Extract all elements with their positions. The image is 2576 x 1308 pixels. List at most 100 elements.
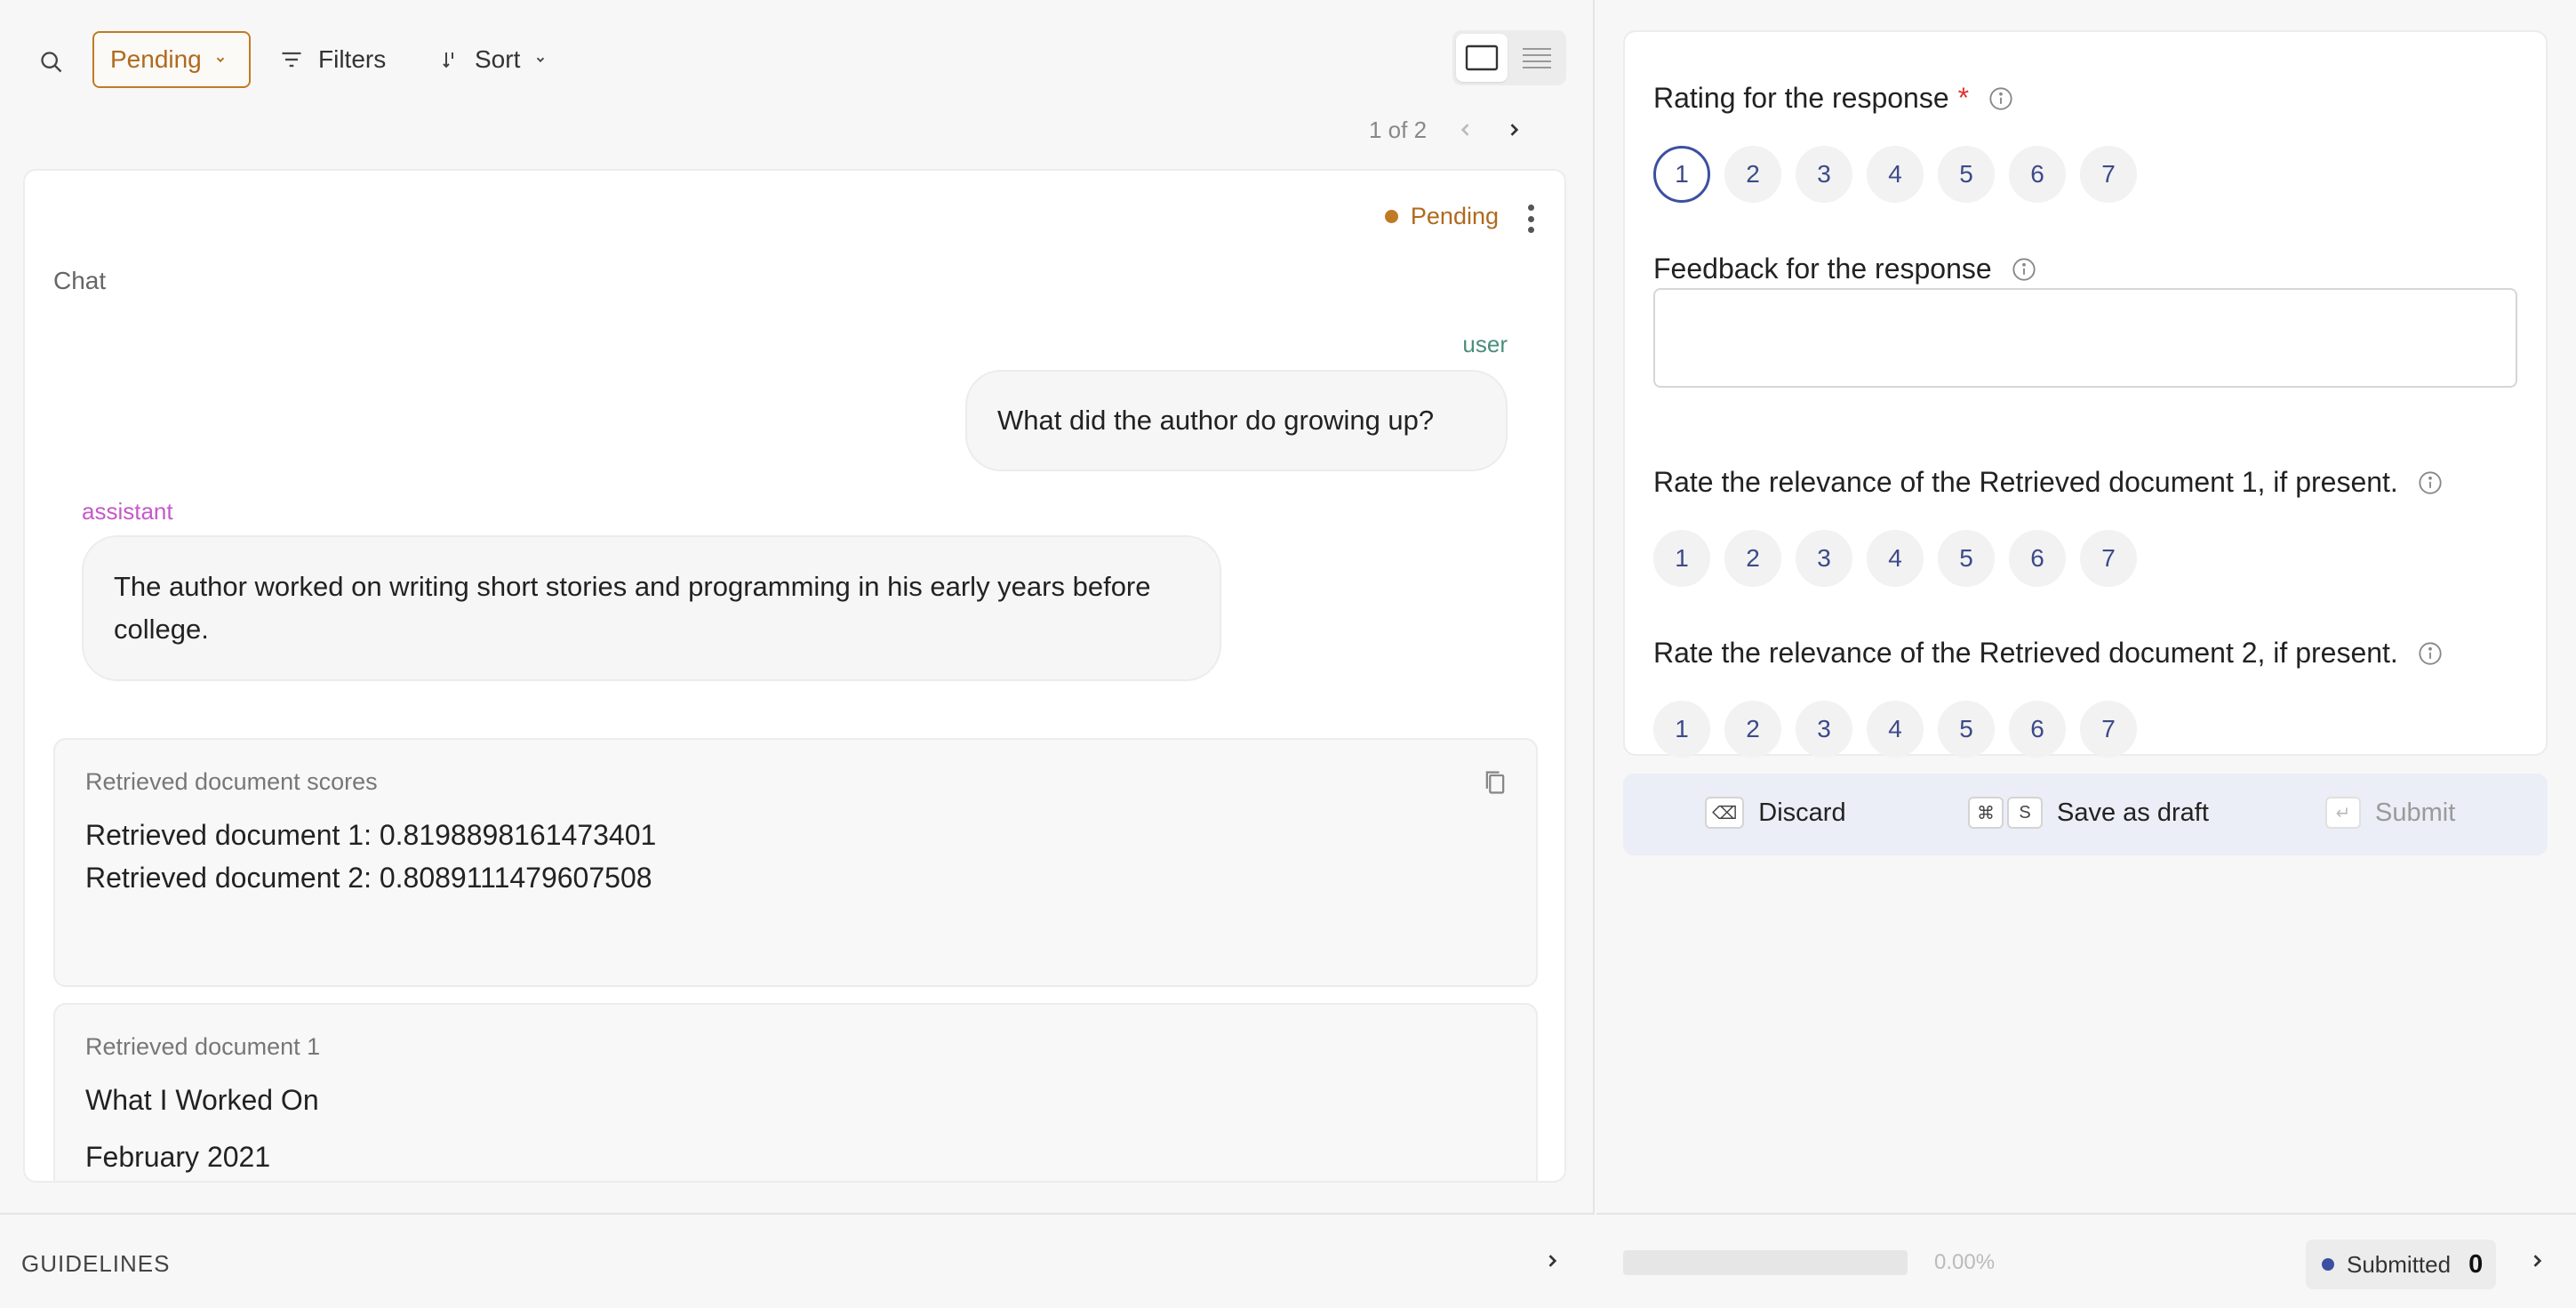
chevron-down-icon [537,57,545,63]
search-button[interactable] [36,46,68,78]
rating-option-2[interactable]: 2 [1724,146,1781,203]
record-status-badge: Pending [1384,203,1499,230]
rating-option-6[interactable]: 6 [2009,530,2066,587]
submitted-count: 0 [2468,1249,2484,1279]
search-icon [41,52,62,73]
rating-option-3[interactable]: 3 [1796,530,1852,587]
rating-option-4[interactable]: 4 [1867,146,1924,203]
copy-icon [1485,771,1505,794]
assistant-message-text: The author worked on writing short stori… [114,571,1151,645]
document-line: February 2021 [85,1141,271,1173]
rating-option-7[interactable]: 7 [2080,146,2137,203]
cmd-key: ⌘ [1968,797,2004,829]
list-view-icon [1523,48,1551,68]
rating-options-doc2: 1 2 3 4 5 6 7 [1653,701,2137,758]
document-line: What I Worked On [85,1084,319,1116]
score-line: Retrieved document 1: 0.8198898161473401 [85,819,657,851]
rating-option-4[interactable]: 4 [1867,530,1924,587]
more-options-icon[interactable] [1522,203,1540,235]
discard-label: Discard [1758,798,1846,827]
rating-option-5[interactable]: 5 [1938,701,1995,758]
rating-option-2[interactable]: 2 [1724,530,1781,587]
save-shortcut-keys: ⌘ S [1968,797,2043,829]
question-text: Rating for the response [1653,82,1949,114]
guidelines-bar[interactable]: GUIDELINES [0,1213,1595,1308]
chat-field-label: Chat [53,267,107,294]
rating-option-6[interactable]: 6 [2009,701,2066,758]
next-page-icon[interactable] [1505,120,1523,140]
status-filter-dropdown[interactable]: Pending [92,31,251,88]
rating-options-doc1: 1 2 3 4 5 6 7 [1653,530,2137,587]
document-field-title: Retrieved document 1 [85,1033,321,1060]
chevron-down-icon [216,57,224,63]
copy-button[interactable] [1483,768,1509,798]
question-rating-label: Rating for the response * [1653,82,2013,115]
card-view-icon [1465,44,1499,71]
s-key: S [2007,797,2043,829]
status-filter-label: Pending [110,45,202,73]
rating-option-7[interactable]: 7 [2080,530,2137,587]
feedback-textarea[interactable] [1653,288,2517,388]
info-icon[interactable] [1988,86,2013,111]
filters-button[interactable]: Filters [279,39,386,80]
submit-label: Submit [2375,798,2456,827]
user-message-text: What did the author do growing up? [997,405,1435,436]
info-icon[interactable] [2012,257,2036,282]
sort-button[interactable]: Sort [439,39,547,80]
rating-option-6[interactable]: 6 [2009,146,2066,203]
rating-option-3[interactable]: 3 [1796,701,1852,758]
assistant-role-label: assistant [82,498,173,525]
save-draft-label: Save as draft [2057,798,2209,827]
rating-option-3[interactable]: 3 [1796,146,1852,203]
progress-footer: 0.00% Submitted 0 [1596,1213,2576,1308]
rating-option-1[interactable]: 1 [1653,530,1710,587]
records-pane: Pending Filters Sort 1 of 2 Pending Chat… [0,0,1595,1308]
sort-icon [443,52,453,68]
pagination-text: 1 of 2 [1369,116,1428,143]
record-card: Pending Chat user What did the author do… [23,169,1566,1183]
required-marker: * [1957,82,1970,114]
progress-bar [1623,1250,1908,1275]
question-text: Rate the relevance of the Retrieved docu… [1653,637,2398,669]
form-actions: ⌫ Discard ⌘ S Save as draft ↵ Submit [1623,774,2548,855]
rating-option-5[interactable]: 5 [1938,146,1995,203]
info-icon[interactable] [2418,641,2443,666]
question-text: Rate the relevance of the Retrieved docu… [1653,466,2398,498]
focus-view-button[interactable] [1456,34,1508,82]
discard-shortcut-key: ⌫ [1705,797,1745,829]
user-message: What did the author do growing up? [965,370,1508,471]
submitted-counter[interactable]: Submitted 0 [2306,1240,2496,1289]
discard-button[interactable]: ⌫ Discard [1705,797,1846,829]
retrieved-document-1-field: Retrieved document 1 What I Worked On Fe… [53,1003,1538,1181]
guidelines-label: GUIDELINES [21,1250,171,1277]
question-text: Feedback for the response [1653,253,1992,285]
chevron-right-icon[interactable] [2528,1250,2546,1272]
save-draft-button[interactable]: ⌘ S Save as draft [1968,797,2209,829]
record-status-label: Pending [1410,203,1499,229]
question-form: Rating for the response * 1 2 3 4 5 6 7 … [1623,30,2548,758]
rating-option-5[interactable]: 5 [1938,530,1995,587]
rating-options-response: 1 2 3 4 5 6 7 [1653,146,2137,203]
rating-option-1[interactable]: 1 [1653,701,1710,758]
submitted-dot [2322,1258,2334,1271]
rating-option-1[interactable]: 1 [1653,146,1710,203]
chevron-right-icon [1548,1255,1557,1267]
filters-label: Filters [318,45,387,73]
question-doc1-relevance-label: Rate the relevance of the Retrieved docu… [1653,466,2443,499]
submit-button[interactable]: ↵ Submit [2325,797,2455,829]
toolbar: Pending Filters Sort 1 of 2 [0,0,1595,143]
sort-label: Sort [475,45,521,73]
rating-option-2[interactable]: 2 [1724,701,1781,758]
info-icon[interactable] [2418,470,2443,495]
annotation-pane: Rating for the response * 1 2 3 4 5 6 7 … [1596,0,2576,1308]
rating-option-7[interactable]: 7 [2080,701,2137,758]
filter-icon [282,52,301,68]
submitted-label: Submitted [2347,1250,2452,1278]
question-feedback-label: Feedback for the response [1653,253,2036,285]
list-view-button[interactable] [1511,34,1563,82]
progress-percentage: 0.00% [1934,1250,1996,1274]
rating-option-4[interactable]: 4 [1867,701,1924,758]
previous-page-icon[interactable] [1457,120,1475,140]
scores-field-title: Retrieved document scores [85,768,378,795]
submit-shortcut-key: ↵ [2325,797,2361,829]
